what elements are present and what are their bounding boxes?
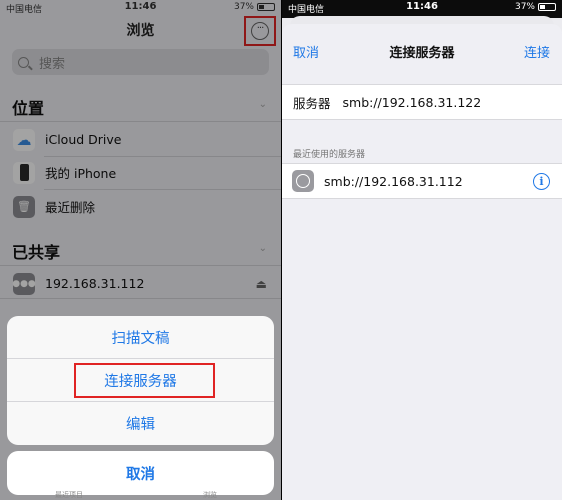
battery-percent: 37% — [514, 2, 535, 12]
scan-documents-button[interactable]: 扫描文稿 — [7, 316, 274, 359]
info-icon[interactable]: i — [533, 172, 550, 190]
recent-server-row[interactable]: smb://192.168.31.112 i — [282, 163, 562, 199]
cancel-button[interactable]: 取消 — [7, 451, 274, 495]
connect-server-screen: 中国电信 11:46 37% 取消 连接服务器 连接 服务器 smb://192… — [282, 0, 562, 500]
battery-icon — [538, 3, 556, 11]
server-field[interactable]: smb://192.168.31.122 — [343, 95, 482, 110]
tab-recents[interactable]: 最近项目 — [55, 490, 83, 500]
server-field-row[interactable]: 服务器 smb://192.168.31.122 — [282, 84, 562, 120]
edit-button[interactable]: 编辑 — [7, 402, 274, 445]
recent-server-address: smb://192.168.31.112 — [324, 173, 463, 189]
browse-screen: 中国电信 11:46 37% 浏览 ··· 搜索 位置 ⌄ ☁ iCloud D… — [0, 0, 281, 500]
recent-servers-header: 最近使用的服务器 — [293, 150, 366, 160]
tab-browse[interactable]: 浏览 — [203, 490, 217, 500]
battery-indicator: 37% — [515, 2, 556, 12]
connect-server-modal: 取消 连接服务器 连接 服务器 smb://192.168.31.122 最近使… — [282, 24, 562, 500]
modal-title: 连接服务器 — [389, 46, 455, 61]
globe-icon — [292, 170, 314, 192]
server-field-label: 服务器 — [293, 95, 331, 111]
modal-nav-bar: 取消 连接服务器 连接 — [282, 34, 562, 64]
connect-button[interactable]: 连接 — [524, 42, 550, 61]
highlight-connect-server — [74, 363, 215, 398]
